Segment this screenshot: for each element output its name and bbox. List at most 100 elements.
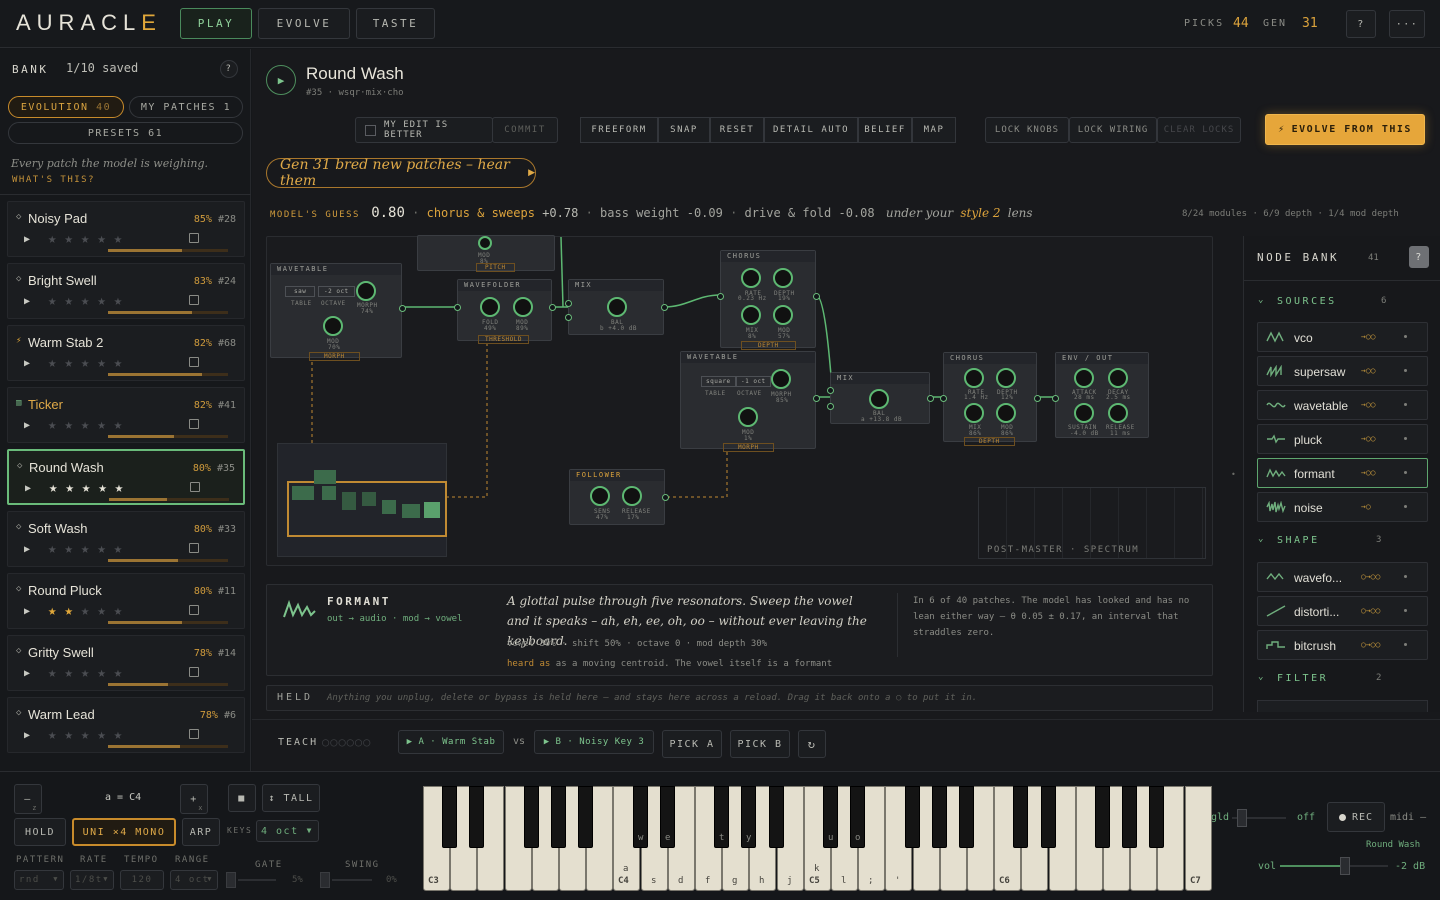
clear-locks-button[interactable]: CLEAR LOCKS bbox=[1157, 117, 1241, 143]
knob-bal[interactable] bbox=[869, 389, 889, 409]
star-icon[interactable]: ★ bbox=[114, 293, 130, 309]
star-icon[interactable]: ★ bbox=[97, 293, 113, 309]
play-icon[interactable]: ▶ bbox=[24, 296, 30, 307]
star-icon[interactable]: ★ bbox=[49, 480, 65, 496]
knob-mix[interactable] bbox=[741, 305, 761, 325]
star-icon[interactable]: ★ bbox=[81, 665, 97, 681]
patch-card[interactable]: ◇ Round Pluck 80% #11 ▶ ★★★★★ bbox=[7, 573, 245, 629]
knob-mix[interactable] bbox=[964, 403, 984, 423]
drag-handle-icon[interactable] bbox=[1404, 643, 1407, 646]
star-icon[interactable]: ★ bbox=[81, 293, 97, 309]
piano-black-key[interactable] bbox=[1149, 786, 1164, 848]
star-icon[interactable]: ★ bbox=[114, 665, 130, 681]
node-wavetable-2[interactable]: WAVETABLE square -1 oct TABLE OCTAVE MOR… bbox=[680, 351, 820, 452]
star-icon[interactable]: ★ bbox=[97, 231, 113, 247]
drag-handle-icon[interactable] bbox=[1404, 505, 1407, 508]
hold-button[interactable]: HOLD bbox=[14, 818, 66, 846]
mode-belief[interactable]: BELIEF bbox=[858, 117, 912, 143]
checkbox[interactable] bbox=[365, 125, 376, 136]
star-icon[interactable]: ★ bbox=[64, 417, 80, 433]
drag-handle-icon[interactable] bbox=[1404, 403, 1407, 406]
rating-stars[interactable]: ★★★★★ bbox=[48, 417, 130, 433]
port[interactable] bbox=[1034, 395, 1041, 402]
help-button[interactable]: ? bbox=[1346, 10, 1376, 38]
pick-a-button[interactable]: PICK A bbox=[662, 730, 722, 758]
star-icon[interactable]: ★ bbox=[82, 480, 98, 496]
star-icon[interactable]: ★ bbox=[98, 480, 114, 496]
star-icon[interactable]: ★ bbox=[97, 417, 113, 433]
star-icon[interactable]: ★ bbox=[97, 727, 113, 743]
star-icon[interactable]: ★ bbox=[48, 541, 64, 557]
piano-black-key[interactable] bbox=[469, 786, 484, 848]
piano-black-key[interactable]: u bbox=[823, 786, 838, 848]
knob-sustain[interactable] bbox=[1074, 403, 1094, 423]
play-icon[interactable]: ▶ bbox=[24, 358, 30, 369]
piano-black-key[interactable] bbox=[1095, 786, 1110, 848]
star-icon[interactable]: ★ bbox=[64, 231, 80, 247]
arp-button[interactable]: ARP bbox=[182, 818, 220, 846]
port[interactable] bbox=[399, 305, 406, 312]
star-icon[interactable]: ★ bbox=[81, 603, 97, 619]
knob-sens[interactable] bbox=[590, 486, 610, 506]
rating-stars[interactable]: ★★★★★ bbox=[48, 727, 130, 743]
patch-card[interactable]: ◇ Soft Wash 80% #33 ▶ ★★★★★ bbox=[7, 511, 245, 567]
whats-this-link[interactable]: WHAT'S THIS? bbox=[12, 175, 95, 185]
star-icon[interactable]: ★ bbox=[48, 417, 64, 433]
save-icon[interactable] bbox=[190, 482, 200, 492]
piano-black-key[interactable] bbox=[442, 786, 457, 848]
play-icon[interactable]: ▶ bbox=[24, 544, 30, 555]
section-shape[interactable]: SHAPE bbox=[1277, 535, 1320, 546]
node-chorus-1[interactable]: CHORUS RATE 0.23 Hz DEPTH 19% MIX 8% MOD… bbox=[717, 250, 820, 350]
star-icon[interactable]: ★ bbox=[114, 231, 130, 247]
node-item-bitcrush[interactable]: bitcrush ○→○○ bbox=[1257, 630, 1428, 660]
node-stub[interactable]: MOD 8% PITCH bbox=[417, 235, 555, 272]
commit-button[interactable]: COMMIT bbox=[492, 117, 558, 143]
port[interactable] bbox=[827, 387, 834, 394]
node-mix-1[interactable]: MIX BAL b +4.0 dB bbox=[565, 279, 668, 335]
more-button[interactable]: ··· bbox=[1389, 10, 1425, 38]
piano-black-key[interactable] bbox=[1122, 786, 1137, 848]
save-icon[interactable] bbox=[189, 605, 199, 615]
node-wavetable-1[interactable]: WAVETABLE saw -2 oct TABLE OCTAVE MORPH … bbox=[270, 263, 406, 361]
node-mix-2[interactable]: MIX BAL a +13.8 dB bbox=[827, 372, 934, 424]
glide-slider-handle[interactable] bbox=[1237, 809, 1247, 827]
chip-presets[interactable]: PRESETS 61 bbox=[8, 122, 243, 144]
node-item-pluck[interactable]: pluck →○○ bbox=[1257, 424, 1428, 454]
rating-stars[interactable]: ★★★★★ bbox=[48, 541, 130, 557]
bank-help-button[interactable]: ? bbox=[220, 60, 238, 78]
rating-stars[interactable]: ★★★★★ bbox=[49, 480, 131, 496]
patch-canvas[interactable]: MOD 8% PITCH WAVETABLE saw -2 oct TABLE … bbox=[266, 235, 1213, 566]
knob-depth[interactable] bbox=[773, 268, 793, 288]
node-item-noise[interactable]: noise →○ bbox=[1257, 492, 1428, 522]
pattern-select[interactable]: rnd ▼ bbox=[14, 870, 64, 890]
knob[interactable] bbox=[478, 236, 492, 250]
piano-black-key[interactable]: t bbox=[714, 786, 729, 848]
piano-black-key[interactable]: y bbox=[741, 786, 756, 848]
stop-icon[interactable]: ■ bbox=[228, 784, 256, 812]
patch-card[interactable]: ⚡ Warm Stab 2 82% #68 ▶ ★★★★★ bbox=[7, 325, 245, 381]
play-icon[interactable]: ▶ bbox=[24, 234, 30, 245]
knob-mod[interactable] bbox=[323, 316, 343, 336]
star-icon[interactable]: ★ bbox=[81, 231, 97, 247]
chip-evolution[interactable]: EVOLUTION 40 bbox=[8, 96, 124, 118]
star-icon[interactable]: ★ bbox=[48, 231, 64, 247]
knob-rate[interactable] bbox=[964, 368, 984, 388]
knob-morph[interactable] bbox=[356, 281, 376, 301]
knob-rate[interactable] bbox=[741, 268, 761, 288]
port[interactable] bbox=[827, 403, 834, 410]
knob-attack[interactable] bbox=[1074, 368, 1094, 388]
patch-card[interactable]: ◇ Gritty Swell 78% #14 ▶ ★★★★★ bbox=[7, 635, 245, 691]
piano-black-key[interactable] bbox=[551, 786, 566, 848]
piano-black-key[interactable] bbox=[769, 786, 784, 848]
knob-fold[interactable] bbox=[480, 297, 500, 317]
star-icon[interactable]: ★ bbox=[48, 665, 64, 681]
star-icon[interactable]: ★ bbox=[65, 480, 81, 496]
node-item-partial[interactable] bbox=[1257, 700, 1428, 712]
knob-mod[interactable] bbox=[773, 305, 793, 325]
node-chorus-2[interactable]: CHORUS RATE 1.4 Hz DEPTH 12% MIX 86% MOD… bbox=[940, 352, 1041, 446]
drag-handle-icon[interactable] bbox=[1404, 437, 1407, 440]
port[interactable] bbox=[717, 293, 724, 300]
star-icon[interactable]: ★ bbox=[48, 603, 64, 619]
patch-card[interactable]: ▥ Ticker 82% #41 ▶ ★★★★★ bbox=[7, 387, 245, 443]
swing-slider-handle[interactable] bbox=[320, 872, 330, 888]
